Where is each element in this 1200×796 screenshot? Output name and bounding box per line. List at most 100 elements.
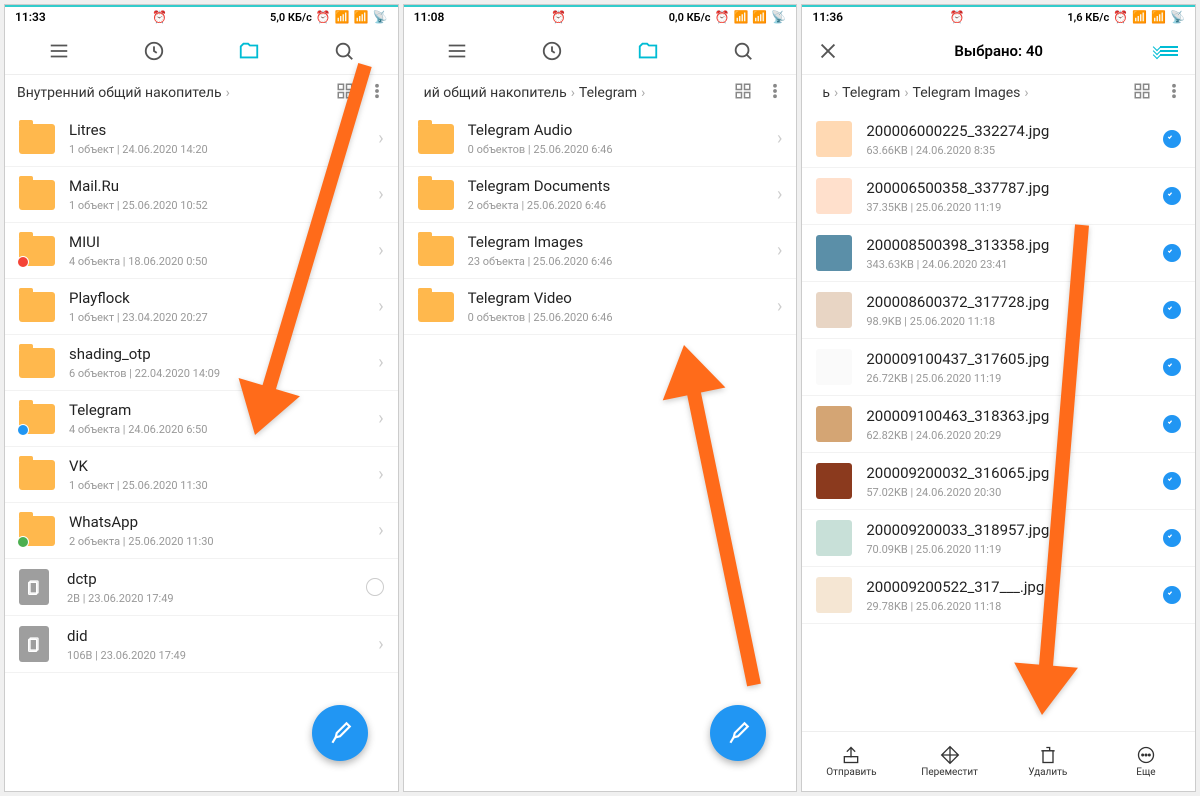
- status-bar: 11:33 ⏰ 5,0 КБ/с ⏰ 📶 📶 📡: [5, 5, 398, 27]
- breadcrumb-segment[interactable]: ий общий накопитель: [424, 85, 567, 101]
- list-item[interactable]: 200008500398_313358.jpg 343.63KB | 24.06…: [802, 225, 1195, 282]
- move-action[interactable]: Переместит: [901, 732, 999, 791]
- list-item[interactable]: Telegram 4 объекта | 24.06.2020 6:50 ›: [5, 391, 398, 447]
- phone-screen-1: 11:08 ⏰ 0,0 КБ/с ⏰ 📶 📶 📡 ий общий накопи…: [403, 4, 798, 792]
- chevron-right-icon: ›: [378, 184, 383, 205]
- item-name: Telegram Video: [468, 289, 777, 307]
- item-meta: 63.66KB | 24.06.2020 8:35: [866, 144, 1163, 157]
- main-toolbar: [5, 27, 398, 75]
- menu-button[interactable]: [39, 31, 79, 71]
- list-item[interactable]: Telegram Audio 0 объектов | 25.06.2020 6…: [404, 111, 797, 167]
- list-item[interactable]: WhatsApp 2 объекта | 25.06.2020 11:30 ›: [5, 503, 398, 559]
- recent-button[interactable]: [134, 31, 174, 71]
- item-name: 200006500358_337787.jpg: [866, 179, 1163, 197]
- files-tab[interactable]: [229, 31, 269, 71]
- status-bar: 11:08 ⏰ 0,0 КБ/с ⏰ 📶 📶 📡: [404, 5, 797, 27]
- item-meta: 4 объекта | 24.06.2020 6:50: [69, 423, 378, 436]
- breadcrumb: ь›Telegram›Telegram Images›: [802, 75, 1195, 111]
- chevron-right-icon: ›: [777, 184, 782, 205]
- list-item[interactable]: 200009100463_318363.jpg 62.82KB | 24.06.…: [802, 396, 1195, 453]
- item-meta: 1 объект | 25.06.2020 11:30: [69, 479, 378, 492]
- list-item[interactable]: 200008600372_317728.jpg 98.9KB | 25.06.2…: [802, 282, 1195, 339]
- chevron-right-icon: ›: [1024, 85, 1028, 101]
- close-selection-button[interactable]: [808, 31, 848, 71]
- folder-icon: [19, 404, 55, 434]
- view-grid-button[interactable]: [336, 82, 354, 104]
- list-item[interactable]: did 106B | 23.06.2020 17:49 ›: [5, 616, 398, 673]
- list-item[interactable]: 200009200033_318957.jpg 70.09KB | 25.06.…: [802, 510, 1195, 567]
- item-name: shading_otp: [69, 345, 378, 363]
- selection-checkbox[interactable]: [1163, 472, 1181, 490]
- list-item[interactable]: shading_otp 6 объектов | 22.04.2020 14:0…: [5, 335, 398, 391]
- list-item[interactable]: 200009200522_317___.jpg 29.78KB | 25.06.…: [802, 567, 1195, 624]
- list-item[interactable]: MIUI 4 объекта | 18.06.2020 0:50 ›: [5, 223, 398, 279]
- breadcrumb-segment[interactable]: ь: [822, 85, 830, 101]
- selection-checkbox[interactable]: [1163, 130, 1181, 148]
- list-item[interactable]: VK 1 объект | 25.06.2020 11:30 ›: [5, 447, 398, 503]
- chevron-right-icon: ›: [378, 240, 383, 261]
- select-all-button[interactable]: [1149, 31, 1189, 71]
- list-item[interactable]: 200009100437_317605.jpg 26.72KB | 25.06.…: [802, 339, 1195, 396]
- share-action[interactable]: Отправить: [802, 732, 900, 791]
- file-icon: [19, 626, 49, 662]
- files-tab[interactable]: [628, 31, 668, 71]
- overflow-menu-button[interactable]: [1165, 82, 1183, 104]
- more-action[interactable]: Еще: [1097, 732, 1195, 791]
- item-name: Telegram: [69, 401, 378, 419]
- delete-action[interactable]: Удалить: [999, 732, 1097, 791]
- list-item[interactable]: Telegram Images 23 объекта | 25.06.2020 …: [404, 223, 797, 279]
- status-time: 11:36: [812, 10, 843, 24]
- folder-icon: [418, 124, 454, 154]
- item-name: 200009200522_317___.jpg: [866, 578, 1163, 596]
- selection-checkbox[interactable]: [1163, 358, 1181, 376]
- breadcrumb: ий общий накопитель›Telegram›: [404, 75, 797, 111]
- chevron-right-icon: ›: [378, 520, 383, 541]
- breadcrumb-segment[interactable]: Внутренний общий накопитель: [17, 85, 222, 101]
- chevron-right-icon: ›: [378, 296, 383, 317]
- folder-icon: [418, 236, 454, 266]
- breadcrumb-segment[interactable]: Telegram Images: [913, 85, 1021, 101]
- list-item[interactable]: 200006500358_337787.jpg 37.35KB | 25.06.…: [802, 168, 1195, 225]
- selection-radio[interactable]: [366, 578, 384, 596]
- item-name: WhatsApp: [69, 513, 378, 531]
- item-meta: 62.82KB | 24.06.2020 20:29: [866, 429, 1163, 442]
- list-item[interactable]: Litres 1 объект | 24.06.2020 14:20 ›: [5, 111, 398, 167]
- folder-icon: [418, 180, 454, 210]
- clean-fab[interactable]: [710, 705, 766, 761]
- chevron-right-icon: ›: [378, 408, 383, 429]
- overflow-menu-button[interactable]: [368, 82, 386, 104]
- search-button[interactable]: [723, 31, 763, 71]
- item-meta: 6 объектов | 22.04.2020 14:09: [69, 367, 378, 380]
- clean-fab[interactable]: [312, 705, 368, 761]
- item-meta: 343.63KB | 24.06.2020 23:41: [866, 258, 1163, 271]
- item-meta: 1 объект | 25.06.2020 10:52: [69, 199, 378, 212]
- list-item[interactable]: Telegram Documents 2 объекта | 25.06.202…: [404, 167, 797, 223]
- selection-checkbox[interactable]: [1163, 415, 1181, 433]
- list-item[interactable]: 200009200032_316065.jpg 57.02KB | 24.06.…: [802, 453, 1195, 510]
- selection-checkbox[interactable]: [1163, 244, 1181, 262]
- recent-button[interactable]: [532, 31, 572, 71]
- selection-checkbox[interactable]: [1163, 529, 1181, 547]
- signal-icon: 📶: [1132, 10, 1147, 24]
- search-button[interactable]: [324, 31, 364, 71]
- list-item[interactable]: dctp 2B | 23.06.2020 17:49: [5, 559, 398, 616]
- item-name: Mail.Ru: [69, 177, 378, 195]
- list-item[interactable]: 200006000225_332274.jpg 63.66KB | 24.06.…: [802, 111, 1195, 168]
- selection-checkbox[interactable]: [1163, 586, 1181, 604]
- menu-button[interactable]: [437, 31, 477, 71]
- selection-checkbox[interactable]: [1163, 301, 1181, 319]
- signal-icon: 📶: [335, 10, 350, 24]
- image-thumbnail: [816, 349, 852, 385]
- selection-checkbox[interactable]: [1163, 187, 1181, 205]
- view-grid-button[interactable]: [1133, 82, 1151, 104]
- breadcrumb-segment[interactable]: Telegram: [842, 85, 900, 101]
- folder-badge: [17, 424, 29, 436]
- overflow-menu-button[interactable]: [766, 82, 784, 104]
- view-grid-button[interactable]: [734, 82, 752, 104]
- item-name: Litres: [69, 121, 378, 139]
- list-item[interactable]: Playflock 1 объект | 23.04.2020 20:27 ›: [5, 279, 398, 335]
- list-item[interactable]: Telegram Video 0 объектов | 25.06.2020 6…: [404, 279, 797, 335]
- folder-icon: [19, 236, 55, 266]
- list-item[interactable]: Mail.Ru 1 объект | 25.06.2020 10:52 ›: [5, 167, 398, 223]
- breadcrumb-segment[interactable]: Telegram: [579, 85, 637, 101]
